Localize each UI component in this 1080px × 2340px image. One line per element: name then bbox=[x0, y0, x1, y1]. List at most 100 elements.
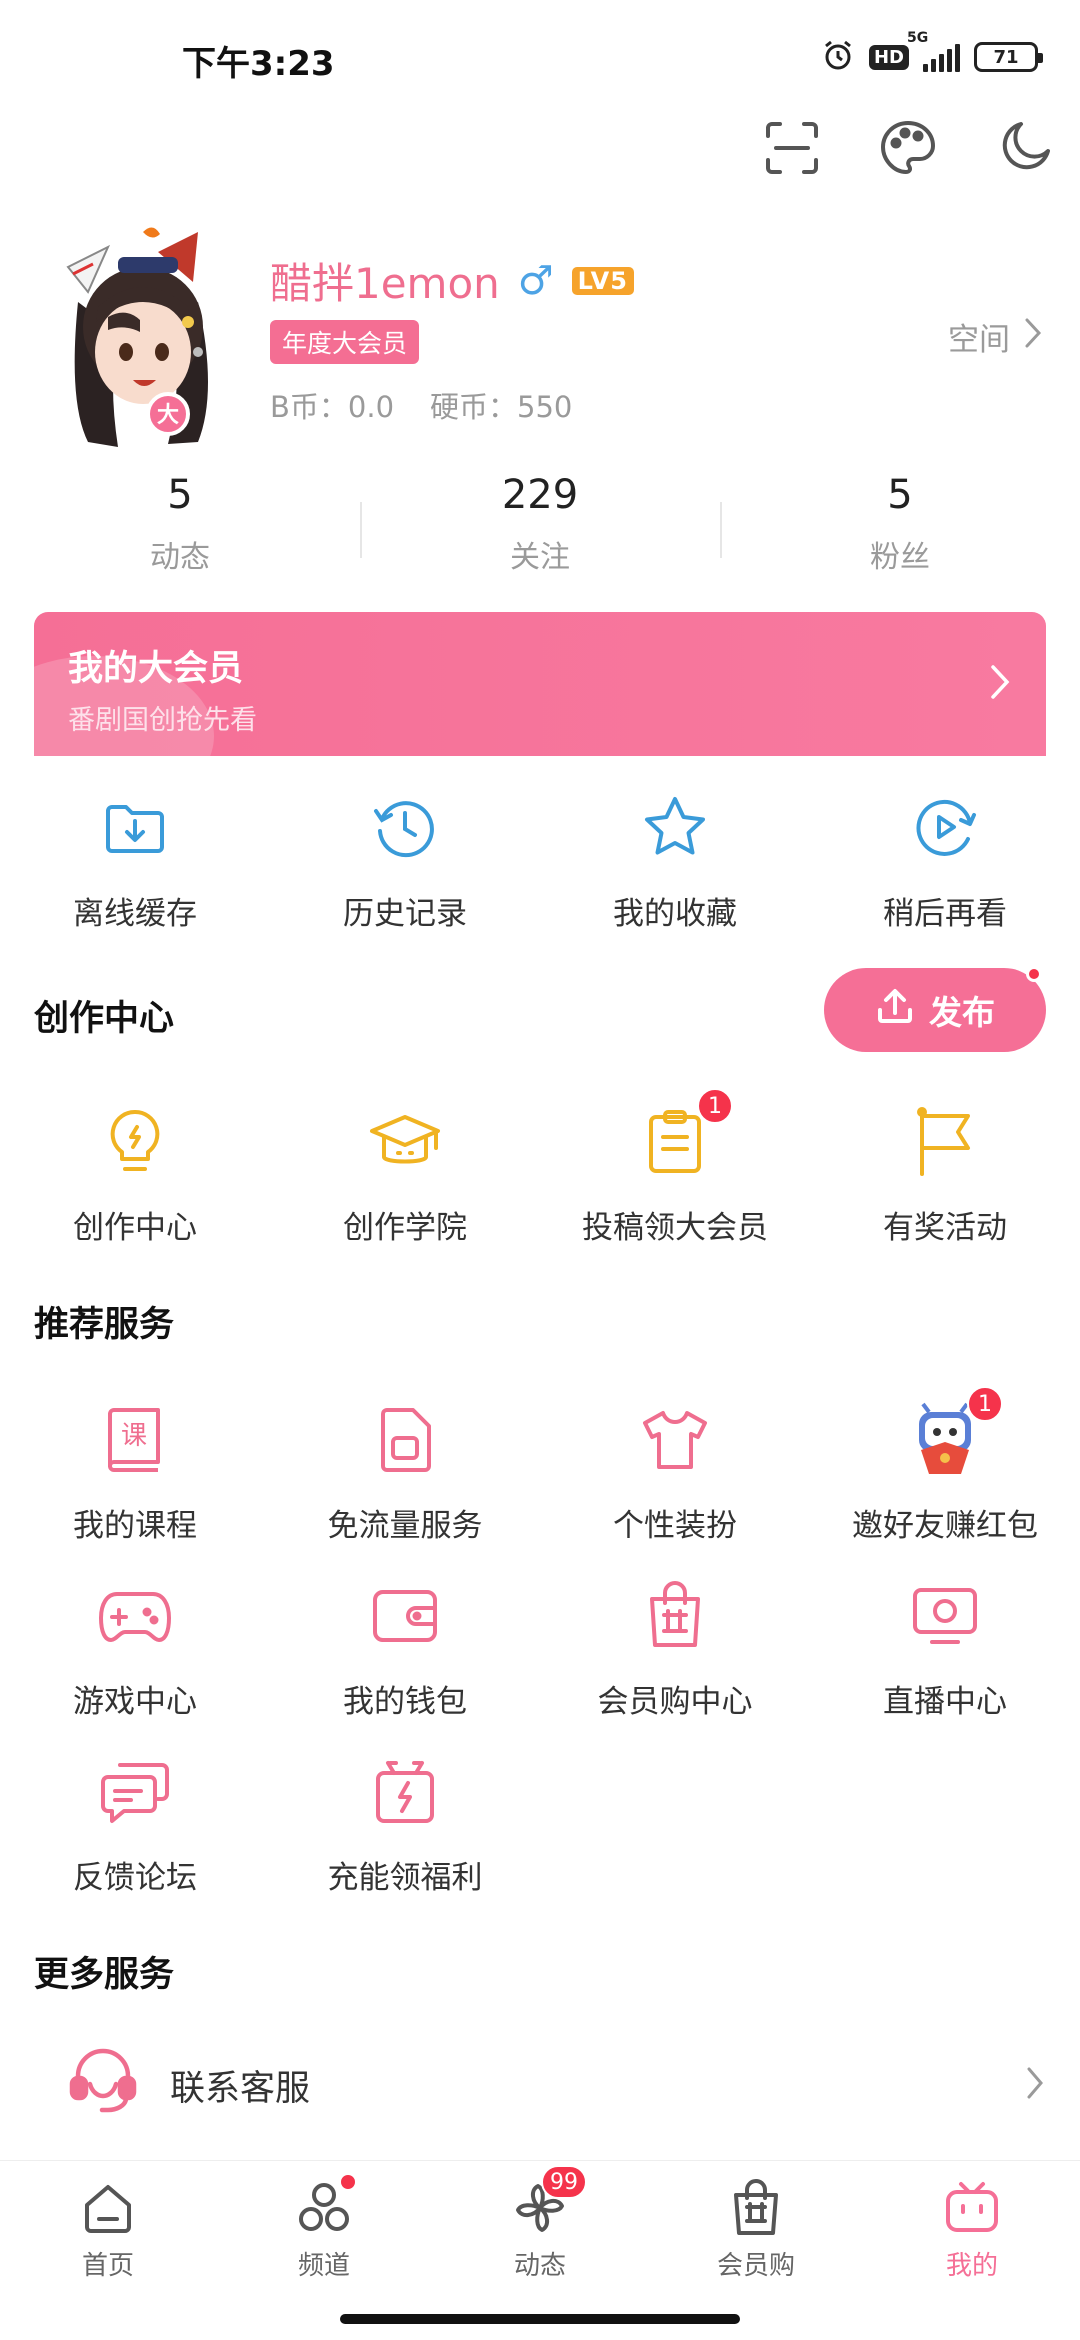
wallet-item[interactable]: 我的钱包 bbox=[270, 1576, 540, 1721]
item-label: 离线缓存 bbox=[73, 896, 197, 932]
stat-following[interactable]: 229 关注 bbox=[360, 472, 720, 576]
username[interactable]: 醋拌1emon bbox=[270, 250, 500, 311]
charge-benefits-item[interactable]: 充能领福利 bbox=[270, 1752, 540, 1897]
stat-followers[interactable]: 5 粉丝 bbox=[720, 472, 1080, 576]
stat-label: 关注 bbox=[510, 540, 570, 575]
item-label: 反馈论坛 bbox=[73, 1860, 197, 1896]
nav-label: 频道 bbox=[297, 2251, 350, 2281]
stat-dynamics[interactable]: 5 动态 bbox=[0, 472, 360, 576]
status-time: 下午3:23 bbox=[182, 44, 335, 84]
moon-icon[interactable] bbox=[994, 118, 1054, 178]
vip-tag[interactable]: 年度大会员 bbox=[270, 320, 420, 364]
shopping-bag-icon bbox=[727, 2179, 785, 2237]
vip-shop-item[interactable]: 会员购中心 bbox=[540, 1576, 810, 1721]
stat-label: 粉丝 bbox=[870, 540, 930, 575]
history-clock-icon bbox=[365, 788, 445, 868]
svg-text:大: 大 bbox=[157, 403, 179, 428]
signal-icon: 5G bbox=[907, 30, 960, 72]
nav-label: 我的 bbox=[945, 2251, 998, 2281]
item-label: 我的课程 bbox=[73, 1508, 197, 1544]
coin-balance: 硬币：550 bbox=[430, 390, 573, 424]
course-glyph: 课 bbox=[121, 1421, 147, 1451]
item-label: 创作中心 bbox=[73, 1210, 197, 1246]
quick-actions: 离线缓存 历史记录 我的收藏 稍后再看 bbox=[0, 788, 1080, 933]
network-type: 5G bbox=[907, 30, 929, 46]
bottom-nav: 首页 频道 99 动态 会员购 我的 bbox=[0, 2160, 1080, 2340]
item-label: 会员购中心 bbox=[597, 1684, 753, 1720]
status-bar: 下午3:23 HD 5G 71 bbox=[0, 0, 1080, 120]
live-center-item[interactable]: 直播中心 bbox=[810, 1576, 1080, 1721]
chevron-right-icon bbox=[990, 664, 1010, 704]
space-link[interactable]: 空间 bbox=[948, 314, 1042, 359]
favorites-item[interactable]: 我的收藏 bbox=[540, 788, 810, 933]
recommended-grid-row-2: 游戏中心 我的钱包 会员购中心 直播中心 bbox=[0, 1576, 1080, 1721]
profile-stats: 5 动态 229 关注 5 粉丝 bbox=[0, 472, 1080, 576]
item-label: 邀好友赚红包 bbox=[852, 1508, 1038, 1544]
star-icon bbox=[635, 788, 715, 868]
item-label: 我的钱包 bbox=[343, 1684, 467, 1720]
hd-icon: HD bbox=[868, 44, 909, 70]
nav-mine[interactable]: 我的 bbox=[864, 2161, 1080, 2340]
creation-grid: 创作中心 创作学院 1 投稿领大会员 有奖活动 bbox=[0, 1088, 1080, 1247]
offline-cache-item[interactable]: 离线缓存 bbox=[0, 788, 270, 933]
level-badge: LV5 bbox=[571, 266, 634, 295]
gamepad-icon bbox=[95, 1576, 175, 1656]
nav-home[interactable]: 首页 bbox=[0, 2161, 216, 2340]
avatar[interactable]: 大 bbox=[48, 212, 238, 452]
recommended-grid-row-3: 反馈论坛 充能领福利 bbox=[0, 1752, 1080, 1897]
reward-activity-item[interactable]: 有奖活动 bbox=[810, 1102, 1080, 1247]
chevron-right-icon bbox=[1024, 317, 1042, 357]
contact-support-row[interactable]: 联系客服 bbox=[0, 2036, 1080, 2132]
wallet-icon bbox=[365, 1576, 445, 1656]
vip-banner[interactable]: 我的大会员 番剧国创抢先看 bbox=[34, 612, 1046, 756]
stat-value: 5 bbox=[167, 472, 193, 518]
item-label: 我的收藏 bbox=[613, 896, 737, 932]
invite-friends-item[interactable]: 1 邀好友赚红包 bbox=[810, 1386, 1080, 1545]
game-center-item[interactable]: 游戏中心 bbox=[0, 1576, 270, 1721]
creation-academy-item[interactable]: 创作学院 bbox=[270, 1102, 540, 1247]
submit-for-vip-item[interactable]: 1 投稿领大会员 bbox=[540, 1088, 810, 1247]
feedback-forum-item[interactable]: 反馈论坛 bbox=[0, 1752, 270, 1897]
item-label: 投稿领大会员 bbox=[582, 1210, 768, 1246]
history-item[interactable]: 历史记录 bbox=[270, 788, 540, 933]
home-indicator[interactable] bbox=[340, 2314, 740, 2324]
vip-banner-title: 我的大会员 bbox=[68, 649, 244, 689]
publish-button[interactable]: 发布 bbox=[824, 966, 1046, 1052]
nav-label: 首页 bbox=[81, 2251, 134, 2281]
play-later-icon bbox=[905, 788, 985, 868]
lightbulb-icon bbox=[95, 1102, 175, 1182]
notification-badge: 99 bbox=[541, 2165, 587, 2199]
notification-dot bbox=[339, 2173, 357, 2191]
flag-icon bbox=[905, 1102, 985, 1182]
tv-mascot-icon bbox=[943, 2179, 1001, 2237]
clipboard-icon: 1 bbox=[635, 1088, 733, 1182]
creation-center-item[interactable]: 创作中心 bbox=[0, 1102, 270, 1247]
status-icons: HD 5G 71 bbox=[821, 30, 1043, 76]
headset-icon bbox=[68, 2044, 138, 2120]
recommended-section-title: 推荐服务 bbox=[34, 1305, 175, 1345]
sim-card-icon bbox=[365, 1400, 445, 1480]
item-label: 创作学院 bbox=[343, 1210, 467, 1246]
mascot-red-packet-icon: 1 bbox=[905, 1386, 1003, 1480]
watch-later-item[interactable]: 稍后再看 bbox=[810, 788, 1080, 933]
shopping-bag-icon bbox=[635, 1576, 715, 1656]
contact-support-label: 联系客服 bbox=[170, 2069, 311, 2109]
home-icon bbox=[79, 2179, 137, 2237]
notification-badge: 1 bbox=[967, 1386, 1003, 1422]
username-row: 醋拌1emon ♂ LV5 bbox=[270, 250, 634, 311]
graduation-cap-icon bbox=[365, 1102, 445, 1182]
personal-dress-item[interactable]: 个性装扮 bbox=[540, 1400, 810, 1545]
alarm-icon bbox=[821, 38, 855, 76]
my-courses-item[interactable]: 课 我的课程 bbox=[0, 1400, 270, 1545]
item-label: 免流量服务 bbox=[327, 1508, 483, 1544]
channel-icon bbox=[295, 2173, 357, 2237]
notification-dot bbox=[1026, 966, 1042, 982]
free-data-item[interactable]: 免流量服务 bbox=[270, 1400, 540, 1545]
scan-icon[interactable] bbox=[762, 118, 822, 178]
nav-label: 动态 bbox=[513, 2251, 566, 2281]
notification-badge: 1 bbox=[697, 1088, 733, 1124]
palette-icon[interactable] bbox=[878, 118, 938, 178]
item-label: 有奖活动 bbox=[883, 1210, 1007, 1246]
pinwheel-icon: 99 bbox=[511, 2165, 587, 2237]
stat-value: 229 bbox=[501, 472, 579, 518]
